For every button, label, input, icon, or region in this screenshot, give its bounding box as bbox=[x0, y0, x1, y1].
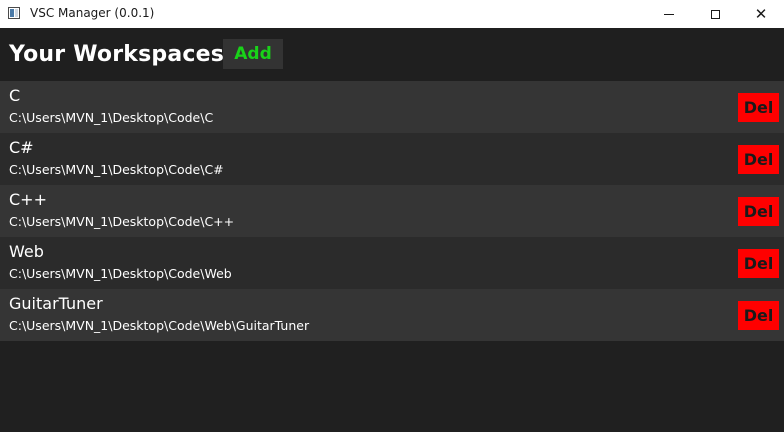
workspace-name: C++ bbox=[9, 190, 47, 209]
delete-workspace-button[interactable]: Del bbox=[738, 93, 779, 122]
add-workspace-button[interactable]: Add bbox=[223, 39, 283, 69]
app-window: VSC Manager (0.0.1) ✕ Your Workspaces Ad… bbox=[0, 0, 784, 432]
delete-workspace-button[interactable]: Del bbox=[738, 145, 779, 174]
workspace-list: C C:\Users\MVN_1\Desktop\Code\C Del C# C… bbox=[0, 81, 784, 341]
delete-workspace-button[interactable]: Del bbox=[738, 249, 779, 278]
workspace-name: C bbox=[9, 86, 21, 105]
workspace-row[interactable]: C++ C:\Users\MVN_1\Desktop\Code\C++ Del bbox=[0, 185, 784, 237]
workspace-path: C:\Users\MVN_1\Desktop\Code\Web\GuitarTu… bbox=[9, 318, 310, 333]
maximize-icon bbox=[710, 9, 720, 19]
minimize-button[interactable] bbox=[646, 0, 692, 28]
workspace-row[interactable]: C C:\Users\MVN_1\Desktop\Code\C Del bbox=[0, 81, 784, 133]
workspace-name: Web bbox=[9, 242, 44, 261]
title-bar[interactable]: VSC Manager (0.0.1) ✕ bbox=[0, 0, 784, 28]
minimize-icon bbox=[664, 13, 674, 15]
maximize-button[interactable] bbox=[692, 0, 738, 28]
workspace-row[interactable]: Web C:\Users\MVN_1\Desktop\Code\Web Del bbox=[0, 237, 784, 289]
workspace-path: C:\Users\MVN_1\Desktop\Code\C bbox=[9, 110, 214, 125]
app-window-icon bbox=[8, 7, 20, 19]
close-icon: ✕ bbox=[754, 4, 768, 23]
workspace-name: GuitarTuner bbox=[9, 294, 103, 313]
page-title: Your Workspaces bbox=[9, 42, 225, 67]
close-button[interactable]: ✕ bbox=[738, 0, 784, 28]
delete-workspace-button[interactable]: Del bbox=[738, 197, 779, 226]
delete-workspace-button[interactable]: Del bbox=[738, 301, 779, 330]
workspace-row[interactable]: GuitarTuner C:\Users\MVN_1\Desktop\Code\… bbox=[0, 289, 784, 341]
workspace-path: C:\Users\MVN_1\Desktop\Code\C# bbox=[9, 162, 224, 177]
workspace-name: C# bbox=[9, 138, 34, 157]
workspace-path: C:\Users\MVN_1\Desktop\Code\C++ bbox=[9, 214, 235, 229]
workspace-row[interactable]: C# C:\Users\MVN_1\Desktop\Code\C# Del bbox=[0, 133, 784, 185]
workspace-path: C:\Users\MVN_1\Desktop\Code\Web bbox=[9, 266, 232, 281]
window-title: VSC Manager (0.0.1) bbox=[30, 6, 155, 20]
